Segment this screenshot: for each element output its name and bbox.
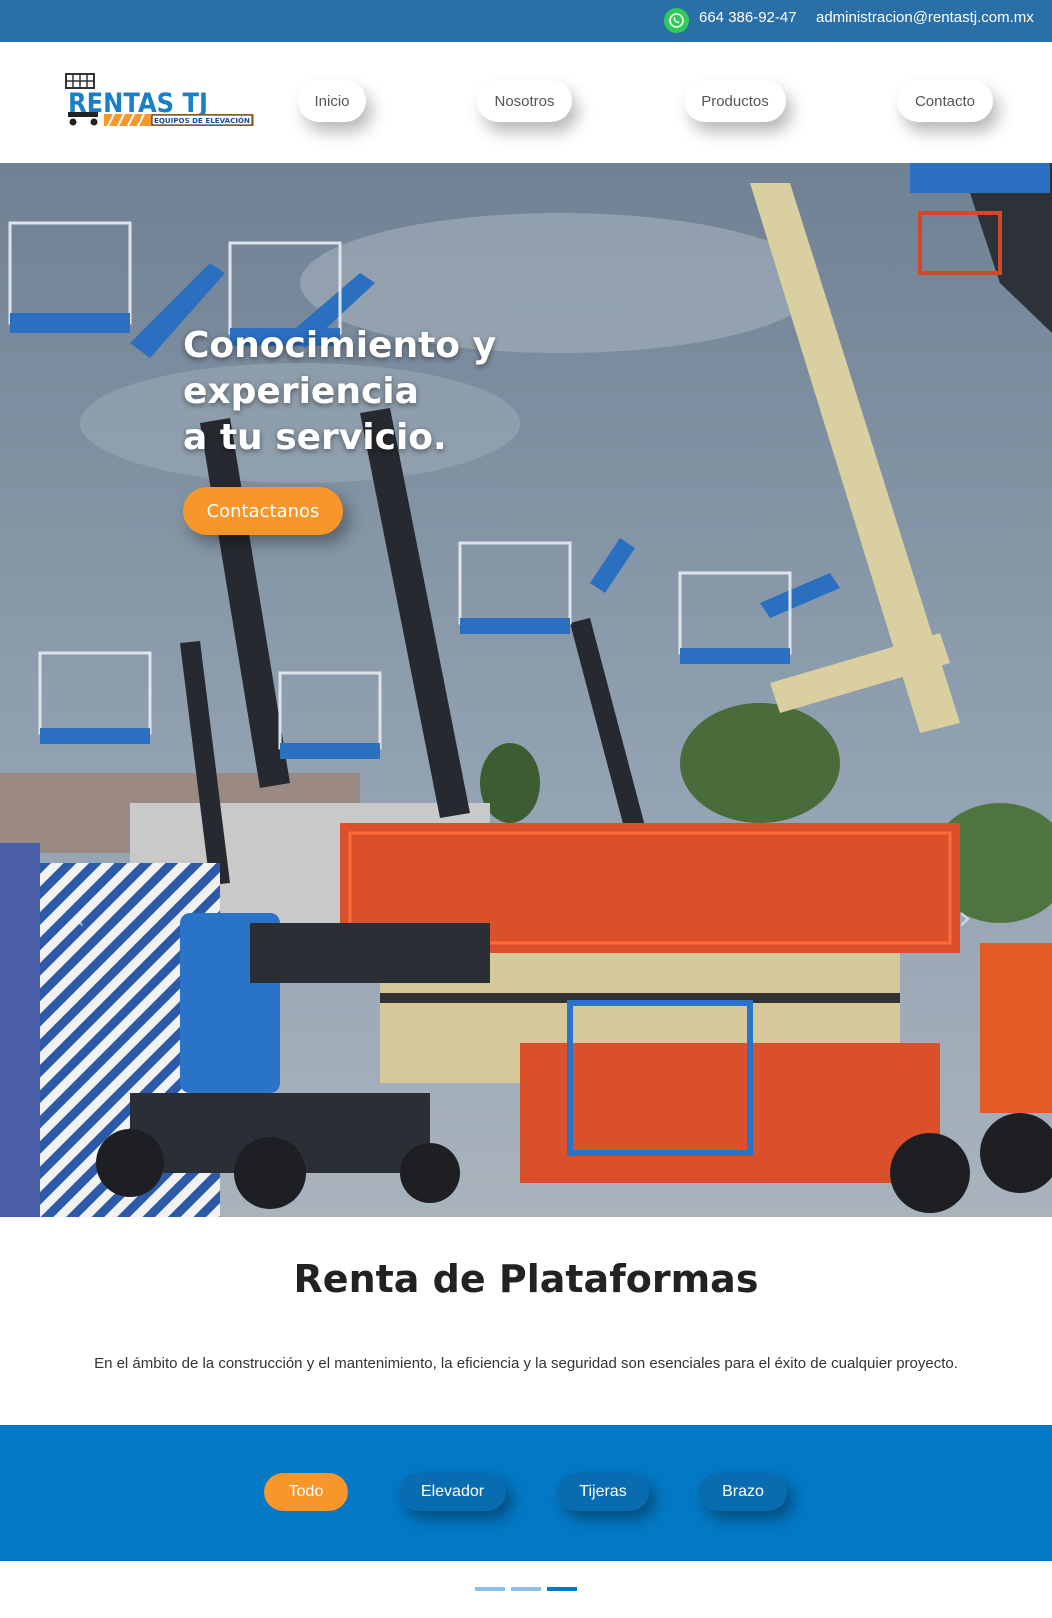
nav-productos[interactable]: Productos [684,80,786,122]
carousel-indicator[interactable] [511,1587,541,1591]
section-description: En el ámbito de la construcción y el man… [94,1355,958,1372]
top-bar: 664 386-92-47 administracion@rentastj.co… [0,0,1052,42]
nav-inicio[interactable]: Inicio [298,80,366,122]
carousel-indicator[interactable] [475,1587,505,1591]
whatsapp-icon[interactable] [664,8,689,33]
logo-subtext: EQUIPOS DE ELEVACIÓN [154,116,250,125]
filter-brazo[interactable]: Brazo [699,1473,787,1511]
filter-tijeras[interactable]: Tijeras [557,1473,649,1511]
chevron-right-icon[interactable]: › [958,898,972,938]
rentas-tj-logo[interactable]: RENTAS TJ EQUIPOS DE ELEVACIÓN [64,72,260,132]
email-link[interactable]: administracion@rentastj.com.mx [816,9,1034,26]
hero-background-image [0,163,1052,1217]
hero-title-line-2: a tu servicio. [183,417,447,458]
nav-contacto[interactable]: Contacto [897,80,993,122]
hero-banner: Conocimiento y experiencia a tu servicio… [0,163,1052,1217]
product-filter-bar: Todo Elevador Tijeras Brazo [0,1425,1052,1561]
contactanos-button[interactable]: Contactanos [183,487,343,535]
carousel-indicator-active[interactable] [547,1587,577,1591]
filter-elevador[interactable]: Elevador [399,1473,506,1511]
hero-title-line-1: Conocimiento y experiencia [183,325,497,412]
site-header: RENTAS TJ EQUIPOS DE ELEVACIÓN Inicio No… [0,42,1052,163]
filter-todo[interactable]: Todo [264,1473,348,1511]
nav-nosotros[interactable]: Nosotros [477,80,572,122]
hero-title: Conocimiento y experiencia a tu servicio… [183,323,703,461]
phone-link[interactable]: 664 386-92-47 [699,9,797,26]
section-title: Renta de Plataformas [293,1257,759,1301]
chevron-left-icon[interactable]: ‹ [72,898,86,938]
